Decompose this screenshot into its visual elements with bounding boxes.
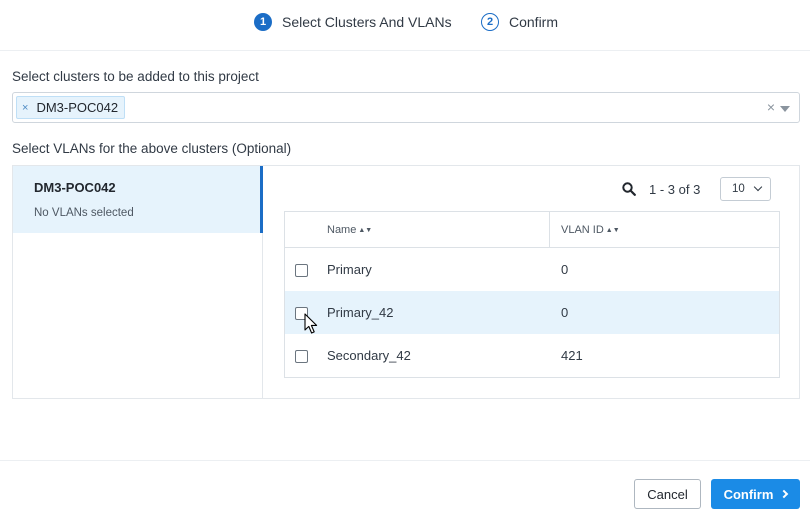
wizard-stepper: 1 Select Clusters And VLANs 2 Confirm <box>0 0 810 51</box>
column-label: Name <box>327 224 357 236</box>
caret-down-icon[interactable] <box>780 106 790 112</box>
table-row[interactable]: Primary_42 0 <box>285 291 779 334</box>
column-header-vlan-id[interactable]: VLAN ID ▲▼ <box>561 224 620 236</box>
vlan-name-cell: Primary_42 <box>327 305 394 320</box>
row-checkbox[interactable] <box>295 264 308 277</box>
step-confirm[interactable]: 2 Confirm <box>481 13 558 31</box>
column-label: VLAN ID <box>561 224 604 236</box>
step-number-badge: 2 <box>481 13 499 31</box>
confirm-label: Confirm <box>723 486 774 502</box>
vlan-name-cell: Primary <box>327 262 372 277</box>
pagination-range: 1 - 3 of 3 <box>649 182 701 197</box>
vlan-table: Name ▲▼ VLAN ID ▲▼ Primary 0 Primary_42 0 … <box>284 211 780 378</box>
vlan-id-cell: 0 <box>561 305 569 320</box>
clusters-label: Select clusters to be added to this proj… <box>12 69 259 84</box>
step-label: Confirm <box>509 14 559 30</box>
vlans-label: Select VLANs for the above clusters (Opt… <box>12 141 292 156</box>
cluster-name: DM3-POC042 <box>34 180 116 195</box>
vlan-selection-panel: DM3-POC042 No VLANs selected 1 - 3 of 3 … <box>12 165 800 399</box>
row-checkbox[interactable] <box>295 350 308 363</box>
sort-icon: ▲▼ <box>358 227 373 234</box>
vlan-id-cell: 0 <box>561 262 569 277</box>
sort-icon: ▲▼ <box>605 227 620 234</box>
per-page-value: 10 <box>732 183 745 195</box>
selected-cluster-chip: × DM3-POC042 <box>16 96 126 119</box>
clear-selection-icon[interactable]: × <box>767 99 775 115</box>
cluster-vlan-status: No VLANs selected <box>34 207 134 219</box>
confirm-button[interactable]: Confirm <box>711 479 800 509</box>
per-page-select[interactable]: 10 <box>720 177 771 201</box>
vlan-name-cell: Secondary_42 <box>327 348 411 363</box>
column-header-name[interactable]: Name ▲▼ <box>327 224 372 236</box>
search-icon[interactable] <box>622 182 636 196</box>
remove-chip-icon[interactable]: × <box>22 102 28 114</box>
table-row[interactable]: Primary 0 <box>285 248 779 291</box>
mouse-cursor-icon <box>304 313 318 334</box>
table-header: Name ▲▼ VLAN ID ▲▼ <box>285 212 779 248</box>
chevron-down-icon <box>753 182 763 192</box>
clusters-multiselect[interactable]: × DM3-POC042 × <box>12 92 800 123</box>
chevron-right-icon <box>780 489 789 499</box>
step-select-clusters[interactable]: 1 Select Clusters And VLANs <box>254 13 452 31</box>
cancel-button[interactable]: Cancel <box>634 479 701 509</box>
step-number-badge: 1 <box>254 13 272 31</box>
step-label: Select Clusters And VLANs <box>282 14 452 30</box>
cluster-list-item[interactable]: DM3-POC042 No VLANs selected <box>13 166 263 233</box>
table-row[interactable]: Secondary_42 421 <box>285 334 779 377</box>
modal-footer: Cancel Confirm <box>0 460 810 517</box>
chip-label: DM3-POC042 <box>36 100 119 115</box>
vlan-id-cell: 421 <box>561 348 583 363</box>
column-divider <box>549 212 550 248</box>
cluster-list: DM3-POC042 No VLANs selected <box>13 166 263 398</box>
